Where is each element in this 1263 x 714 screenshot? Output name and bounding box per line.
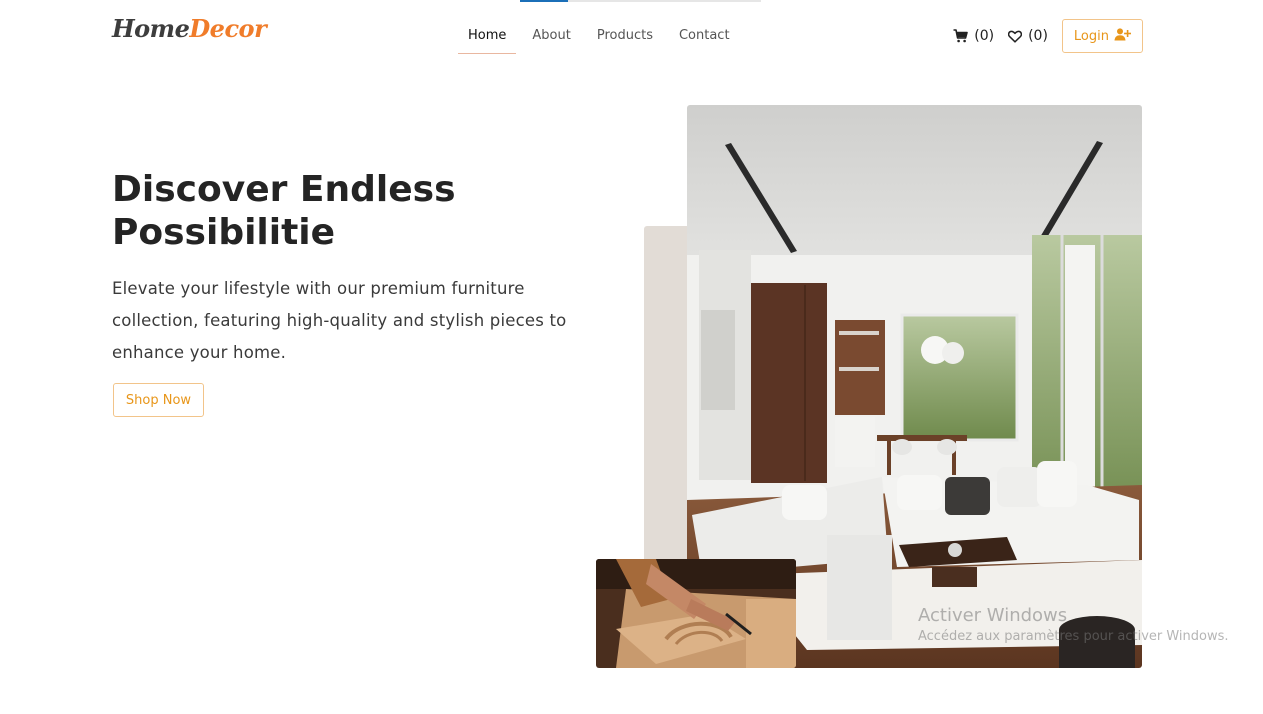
cart-icon xyxy=(953,29,969,43)
wishlist-button[interactable]: (0) xyxy=(1008,28,1048,44)
cart-button[interactable]: (0) xyxy=(953,28,994,44)
shop-now-button[interactable]: Shop Now xyxy=(113,383,204,417)
site-header: HomeDecor Home About Products Contact (0… xyxy=(0,0,1263,72)
login-button[interactable]: Login xyxy=(1061,19,1143,53)
logo-text-decor: Decor xyxy=(189,14,267,43)
hero-description: Elevate your lifestyle with our premium … xyxy=(112,279,567,362)
cart-count: (0) xyxy=(974,28,995,44)
nav-contact[interactable]: Contact xyxy=(669,20,740,54)
header-actions: (0) (0) Login xyxy=(953,19,1143,53)
hero-title: Discover Endless Possibilitie xyxy=(112,169,456,253)
nav-home[interactable]: Home xyxy=(458,20,517,54)
login-label: Login xyxy=(1073,28,1109,44)
nav-about[interactable]: About xyxy=(522,20,580,54)
wishlist-count: (0) xyxy=(1028,28,1048,44)
logo-text-home: Home xyxy=(112,14,190,43)
user-plus-icon xyxy=(1114,27,1132,45)
woodworking-photo xyxy=(596,559,796,668)
nav-products[interactable]: Products xyxy=(587,20,663,54)
logo[interactable]: HomeDecor xyxy=(112,14,267,43)
heart-icon xyxy=(1008,30,1023,43)
main-nav: Home About Products Contact xyxy=(458,20,746,54)
